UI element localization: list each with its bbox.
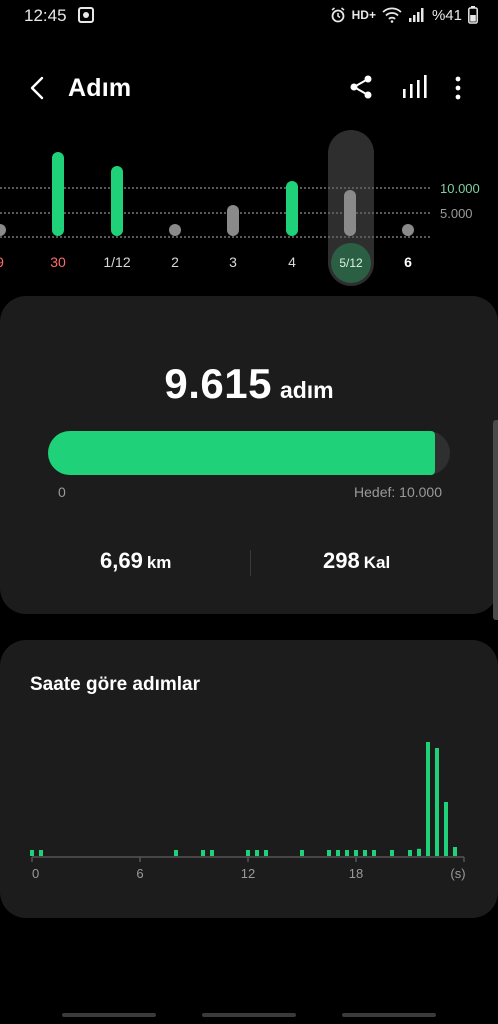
calories-value: 298: [323, 548, 360, 573]
day-label[interactable]: 9: [0, 254, 20, 270]
nav-recents-button[interactable]: [62, 1013, 156, 1017]
status-icons: HD+ %41: [330, 6, 478, 24]
selected-day-label: 5/12: [339, 256, 363, 270]
step-count-value: 9.615: [164, 360, 272, 407]
day-bar[interactable]: [111, 166, 123, 236]
stats-row: 6,69 km 298 Kal: [0, 548, 498, 580]
hour-bar: [30, 850, 34, 856]
nav-home-button[interactable]: [202, 1013, 296, 1017]
share-icon[interactable]: [348, 74, 374, 100]
day-bar[interactable]: [402, 224, 414, 236]
day-bar[interactable]: [0, 224, 6, 236]
day-label[interactable]: 6: [388, 254, 428, 270]
hourly-chart-title: Saate göre adımlar: [30, 674, 201, 695]
hour-bar: [174, 850, 178, 856]
bar-chart-icon[interactable]: [400, 74, 428, 100]
calories-stat: 298 Kal: [323, 548, 390, 574]
day-label[interactable]: 3: [213, 254, 253, 270]
hour-bar: [435, 748, 439, 856]
hour-bar: [264, 850, 268, 856]
wifi-icon: [382, 7, 402, 23]
nav-back-button[interactable]: [342, 1013, 436, 1017]
hour-bar: [255, 850, 259, 856]
distance-unit: km: [146, 553, 172, 572]
half-goal-tick-label: 5.000: [440, 206, 473, 221]
x-tick-label: 18: [349, 866, 363, 881]
x-tick-label: 0: [32, 866, 39, 881]
hour-bar: [426, 742, 430, 856]
status-bar: 12:45 HD+ %41: [0, 0, 498, 32]
step-count-unit: adım: [279, 377, 334, 403]
day-bar[interactable]: [52, 152, 64, 236]
calories-unit: Kal: [363, 553, 391, 572]
day-label[interactable]: 4: [272, 254, 312, 270]
distance-stat: 6,69 km: [100, 548, 171, 574]
goal-progress-bar: [48, 431, 450, 475]
page-title: Adım: [68, 74, 132, 102]
distance-value: 6,69: [100, 548, 143, 573]
hour-bar: [354, 850, 358, 856]
step-count: 9.615 adım: [0, 360, 498, 408]
day-bar[interactable]: [286, 181, 298, 236]
day-bar[interactable]: [169, 224, 181, 236]
hour-bar: [453, 847, 457, 856]
hour-bar: [408, 850, 412, 856]
day-label[interactable]: 2: [155, 254, 195, 270]
hour-bar: [444, 802, 448, 856]
x-tick-label: 12: [241, 866, 255, 881]
screen-record-icon: [78, 7, 94, 23]
selected-day-badge: 5/12: [331, 243, 371, 283]
stats-divider: [250, 550, 251, 576]
progress-goal-label: Hedef: 10.000: [354, 484, 442, 500]
hour-bar: [417, 848, 421, 856]
hour-bar: [363, 850, 367, 856]
day-label[interactable]: 30: [38, 254, 78, 270]
goal-tick-label: 10.000: [440, 181, 480, 196]
x-tick-label: (s): [450, 866, 465, 881]
daily-steps-chart[interactable]: 10.000 5.000 9 30 1/12 2 3 4 6 5/12: [0, 128, 498, 288]
day-label[interactable]: 1/12: [97, 254, 137, 270]
hour-bar: [372, 850, 376, 856]
battery-level: %41: [431, 6, 462, 24]
hour-bar: [327, 850, 331, 856]
x-tick-label: 6: [136, 866, 143, 881]
baseline: [0, 236, 430, 238]
hour-bar: [39, 850, 43, 856]
battery-icon: [468, 6, 478, 24]
day-bar[interactable]: [344, 190, 356, 236]
hourly-steps-chart: 0 6 12 18 (s): [30, 742, 466, 881]
status-time: 12:45: [24, 6, 67, 25]
goal-progress-fill: [48, 431, 435, 475]
hour-bar: [246, 850, 250, 856]
signal-icon: [408, 8, 424, 22]
more-options-icon[interactable]: [448, 74, 468, 102]
hour-bar: [201, 850, 205, 856]
edge-panel-handle[interactable]: [493, 420, 498, 620]
progress-min-label: 0: [58, 484, 66, 500]
goal-line: [0, 187, 430, 189]
back-icon[interactable]: [24, 74, 52, 102]
hd-voice-label: HD+: [351, 8, 376, 22]
alarm-icon: [331, 7, 345, 23]
hour-bar: [336, 850, 340, 856]
half-goal-line: [0, 212, 430, 214]
day-bar[interactable]: [227, 204, 239, 236]
hour-bar: [210, 850, 214, 856]
hour-bar: [390, 850, 394, 856]
hour-bar: [345, 850, 349, 856]
hour-bar: [300, 850, 304, 856]
app-bar: Adım: [0, 60, 498, 116]
